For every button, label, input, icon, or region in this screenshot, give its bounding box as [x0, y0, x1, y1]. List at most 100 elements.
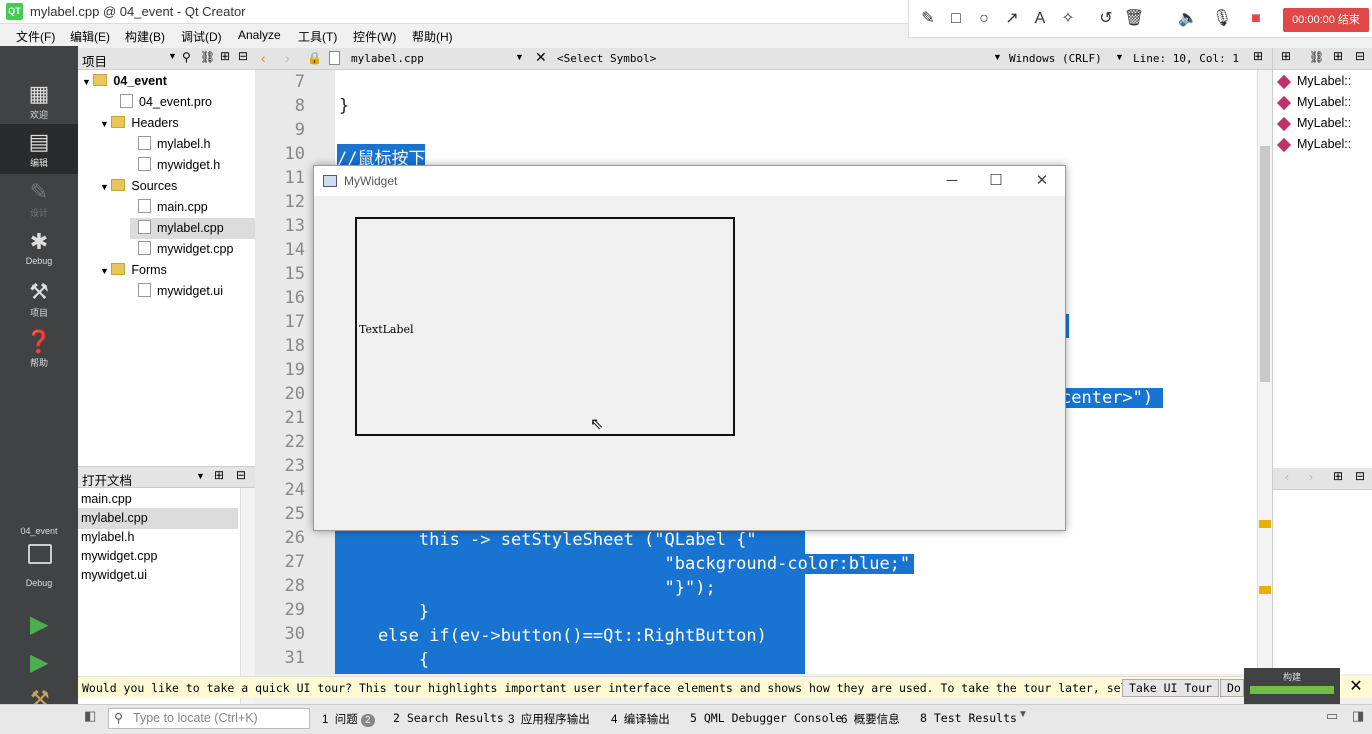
mode-welcome[interactable]: ▦ 欢迎: [0, 76, 78, 126]
take-ui-tour-button[interactable]: Take UI Tour: [1122, 679, 1220, 697]
chevron-down-icon[interactable]: ▼: [1018, 709, 1028, 720]
split-icon[interactable]: ⊞: [1281, 49, 1291, 63]
open-doc-item-selected[interactable]: mylabel.cpp: [78, 508, 238, 529]
tab-application-output[interactable]: 3 应用程序输出: [508, 711, 590, 727]
locator-input[interactable]: ⚲ Type to locate (Ctrl+K): [108, 708, 310, 729]
scrollbar-thumb[interactable]: [1260, 146, 1270, 382]
mywidget-window[interactable]: MyWidget ─ ☐ ✕ TextLabel ⇖: [313, 165, 1066, 531]
outline-item[interactable]: MyLabel::: [1297, 95, 1351, 109]
undo-icon[interactable]: ↺: [1095, 8, 1117, 30]
back-icon[interactable]: ‹: [1285, 470, 1289, 484]
close-panel-icon[interactable]: ⊟: [236, 468, 246, 482]
menu-help[interactable]: 帮助(H): [412, 28, 453, 45]
editor-scrollbar[interactable]: [1257, 70, 1272, 674]
tab-qml-debugger-console[interactable]: 5 QML Debugger Console: [690, 711, 842, 725]
open-doc-item[interactable]: mylabel.h: [78, 527, 238, 548]
mode-help[interactable]: ❓ 帮助: [0, 324, 78, 374]
tree-item-file-selected[interactable]: mylabel.cpp: [130, 218, 255, 239]
symbol-selector[interactable]: <Select Symbol>: [557, 52, 656, 65]
close-panel-icon[interactable]: ⊟: [238, 49, 248, 63]
close-panel-icon[interactable]: ⊟: [1355, 49, 1365, 63]
mic-icon[interactable]: 🎙: [1211, 8, 1233, 30]
outline-item[interactable]: MyLabel::: [1297, 116, 1351, 130]
pencil-icon[interactable]: ✎: [917, 8, 939, 30]
forward-icon[interactable]: ›: [1309, 470, 1313, 484]
close-icon[interactable]: ✕: [535, 49, 547, 66]
outline-item[interactable]: MyLabel::: [1297, 74, 1351, 88]
text-icon[interactable]: A: [1029, 8, 1051, 30]
tree-item-project[interactable]: ▼ 04_event: [82, 71, 167, 92]
tree-item-sources[interactable]: ▼ Sources: [100, 176, 177, 197]
chevron-down-icon[interactable]: ▼: [168, 51, 177, 61]
open-doc-item[interactable]: main.cpp: [78, 489, 238, 510]
menu-debug[interactable]: 调试(D): [181, 28, 222, 45]
cursor-position[interactable]: Line: 10, Col: 1: [1133, 52, 1239, 65]
tab-test-results[interactable]: 8 Test Results: [920, 711, 1017, 725]
outline-item[interactable]: MyLabel::: [1297, 137, 1351, 151]
dismiss-button[interactable]: Do: [1220, 679, 1244, 697]
open-doc-item[interactable]: mywidget.cpp: [78, 546, 238, 567]
rect-icon[interactable]: □: [945, 8, 967, 30]
chevron-down-icon[interactable]: ▼: [196, 471, 205, 481]
text-label-widget[interactable]: TextLabel: [355, 217, 735, 436]
arrow-icon[interactable]: ↗: [1001, 8, 1023, 30]
mode-debug[interactable]: ✱ Debug: [0, 224, 78, 274]
chevron-down-icon[interactable]: ▼: [1115, 52, 1124, 62]
tree-item-pro[interactable]: 04_event.pro: [120, 92, 212, 113]
recording-timer-button[interactable]: 00:00:00 结束: [1283, 8, 1369, 32]
menu-file[interactable]: 文件(F): [16, 28, 55, 45]
magic-icon[interactable]: ✧: [1057, 8, 1079, 30]
split-icon[interactable]: ⊞: [1333, 469, 1343, 483]
toggle-sidebar-icon[interactable]: ◧: [84, 708, 96, 724]
minimize-icon[interactable]: ─: [942, 171, 962, 191]
menu-tools[interactable]: 工具(T): [298, 28, 337, 45]
menu-analyze[interactable]: Analyze: [238, 28, 281, 42]
split-icon[interactable]: ⊞: [220, 49, 230, 63]
tree-item-file[interactable]: mywidget.ui: [138, 281, 223, 302]
link-icon[interactable]: ⛓: [200, 50, 215, 64]
link-icon[interactable]: ⛓: [1309, 50, 1324, 64]
tab-general-messages[interactable]: 6 概要信息: [841, 711, 900, 727]
tab-search-results[interactable]: 2 Search Results: [393, 711, 504, 725]
scrollbar[interactable]: [240, 488, 255, 704]
chevron-down-icon[interactable]: ▼: [515, 52, 524, 62]
tree-item-headers[interactable]: ▼ Headers: [100, 113, 179, 134]
filter-icon[interactable]: ⚲: [182, 50, 191, 64]
circle-icon[interactable]: ○: [973, 8, 995, 30]
maximize-icon[interactable]: ☐: [986, 171, 1006, 191]
tree-item-file[interactable]: mywidget.h: [138, 155, 220, 176]
menu-controls[interactable]: 控件(W): [353, 28, 396, 45]
trash-icon[interactable]: 🗑: [1123, 8, 1145, 30]
mywidget-titlebar[interactable]: MyWidget ─ ☐ ✕: [314, 166, 1065, 196]
close-icon[interactable]: ✕: [1032, 171, 1052, 191]
tab-issues[interactable]: 1 问题 2: [322, 711, 375, 727]
debug-run-icon[interactable]: ▶: [30, 648, 48, 677]
mode-projects[interactable]: ⚒ 项目: [0, 274, 78, 324]
tab-compile-output[interactable]: 4 编译输出: [611, 711, 670, 727]
mode-design[interactable]: ✎ 设计: [0, 174, 78, 224]
toggle-output-icon[interactable]: ▭: [1326, 708, 1338, 724]
file-selector[interactable]: mylabel.cpp: [351, 52, 424, 65]
toggle-right-sidebar-icon[interactable]: ◨: [1352, 708, 1364, 724]
monitor-icon[interactable]: [28, 544, 52, 564]
close-panel-icon[interactable]: ⊟: [1355, 469, 1365, 483]
back-icon[interactable]: ‹: [261, 50, 266, 66]
mode-edit[interactable]: ▤ 编辑: [0, 124, 78, 174]
menu-edit[interactable]: 编辑(E): [70, 28, 110, 45]
split-icon[interactable]: ⊞: [1253, 49, 1263, 63]
menu-build[interactable]: 构建(B): [125, 28, 165, 45]
stop-icon[interactable]: ■: [1245, 8, 1267, 30]
split-icon[interactable]: ⊞: [1333, 49, 1343, 63]
forward-icon[interactable]: ›: [285, 50, 290, 66]
chevron-down-icon[interactable]: ▼: [993, 52, 1002, 62]
close-icon[interactable]: ✕: [1340, 676, 1372, 698]
split-icon[interactable]: ⊞: [214, 468, 224, 482]
tree-item-forms[interactable]: ▼ Forms: [100, 260, 167, 281]
tree-item-file[interactable]: mywidget.cpp: [138, 239, 233, 260]
open-doc-item[interactable]: mywidget.ui: [78, 565, 238, 586]
line-ending-selector[interactable]: Windows (CRLF): [1009, 52, 1102, 65]
run-icon[interactable]: ▶: [30, 610, 48, 639]
speaker-icon[interactable]: 🔈: [1177, 8, 1199, 30]
tree-item-file[interactable]: main.cpp: [138, 197, 208, 218]
tree-item-file[interactable]: mylabel.h: [138, 134, 211, 155]
